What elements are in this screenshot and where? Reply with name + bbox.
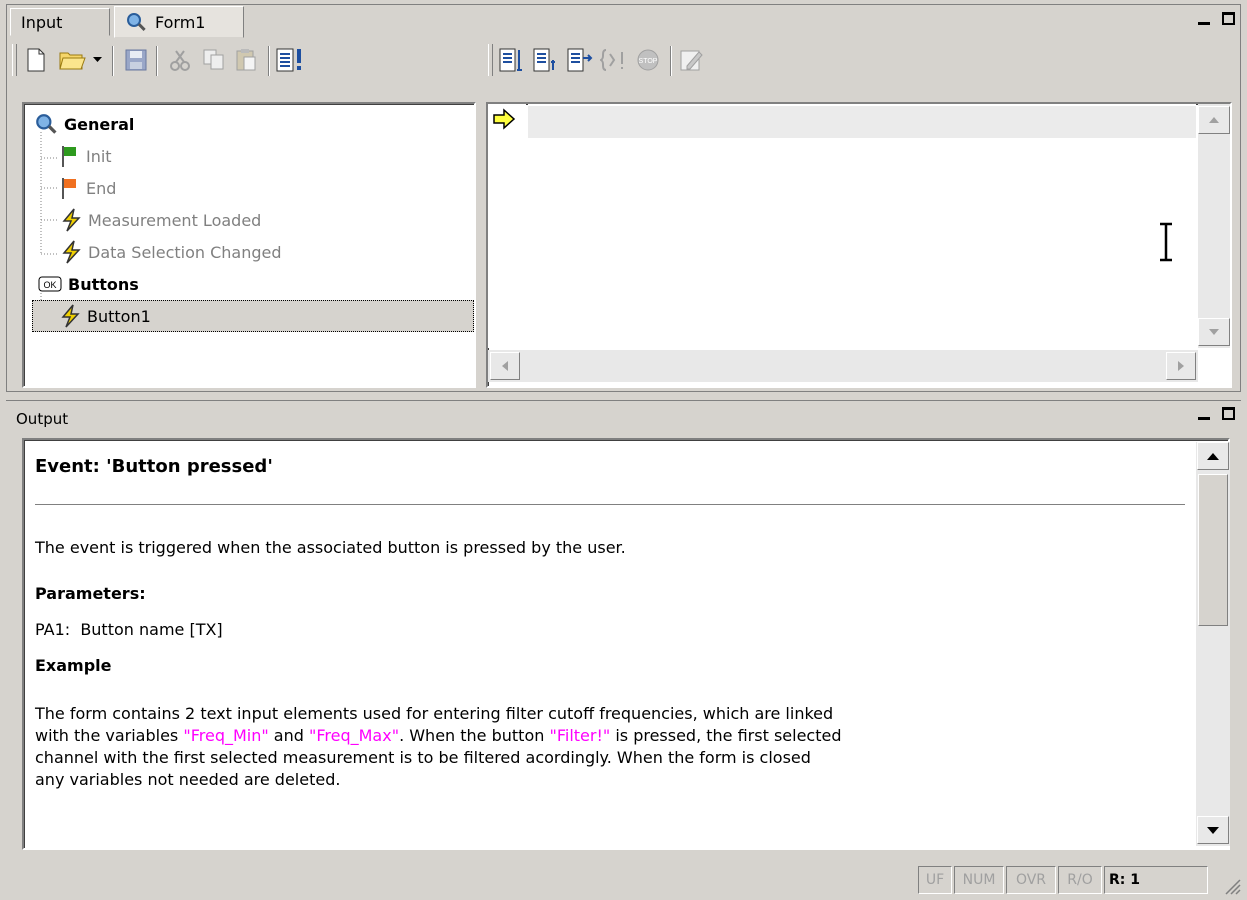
svg-text:OK: OK bbox=[43, 280, 56, 290]
event-description: The event is triggered when the associat… bbox=[35, 538, 626, 557]
output-window-controls bbox=[1198, 407, 1235, 420]
step-out-icon[interactable] bbox=[566, 46, 594, 74]
step-into-icon[interactable] bbox=[498, 46, 526, 74]
output-title: Output bbox=[16, 410, 69, 428]
text-span: . When the button bbox=[399, 726, 550, 745]
scroll-up-icon[interactable] bbox=[1197, 442, 1229, 470]
copy-icon[interactable] bbox=[200, 46, 228, 74]
run-script-icon[interactable] bbox=[276, 46, 304, 74]
example-text-line: The form contains 2 text input elements … bbox=[35, 704, 834, 723]
maximize-icon[interactable] bbox=[1222, 12, 1235, 25]
tree-node-general[interactable]: General bbox=[34, 108, 134, 140]
tree-node-label: Measurement Loaded bbox=[88, 210, 262, 230]
ok-button-icon: OK bbox=[38, 275, 62, 293]
tree-node-buttons[interactable]: OK Buttons bbox=[34, 268, 139, 300]
tree-node-measurement-loaded[interactable]: Measurement Loaded bbox=[60, 204, 261, 236]
text-span: is pressed, the first selected bbox=[610, 726, 842, 745]
tree-node-init[interactable]: Init bbox=[60, 140, 112, 172]
minimize-icon[interactable] bbox=[1198, 417, 1210, 420]
status-ovr: OVR bbox=[1006, 866, 1056, 894]
tree-node-label: General bbox=[64, 114, 135, 134]
status-ro: R/O bbox=[1058, 866, 1102, 894]
tree-node-label: Init bbox=[86, 146, 112, 166]
run-to-cursor-icon[interactable] bbox=[600, 46, 628, 74]
maximize-icon[interactable] bbox=[1222, 407, 1235, 420]
dropdown-arrow-icon[interactable] bbox=[90, 46, 104, 74]
editor-text-area[interactable] bbox=[528, 104, 1196, 348]
tab-input-label: Input bbox=[21, 12, 63, 32]
scroll-left-icon[interactable] bbox=[490, 352, 520, 380]
divider bbox=[35, 504, 1185, 505]
toolbar-grip[interactable] bbox=[488, 44, 493, 76]
tree-node-label: Data Selection Changed bbox=[88, 242, 282, 262]
parameters-heading: Parameters: bbox=[35, 584, 146, 603]
tree-node-label: Buttons bbox=[68, 274, 139, 294]
editor-vertical-scrollbar[interactable] bbox=[1198, 104, 1230, 348]
lightning-icon bbox=[59, 304, 81, 328]
scroll-right-icon[interactable] bbox=[1166, 352, 1196, 380]
example-text-line: with the variables "Freq_Min" and "Freq_… bbox=[35, 726, 842, 745]
output-title-bar bbox=[6, 400, 1241, 436]
editor-gutter bbox=[488, 104, 526, 348]
resize-grip-icon[interactable] bbox=[1222, 876, 1242, 900]
stop-icon[interactable]: STOP bbox=[634, 46, 662, 74]
status-num: NUM bbox=[954, 866, 1004, 894]
parameter-line: PA1: Button name [TX] bbox=[35, 620, 223, 639]
paste-icon[interactable] bbox=[232, 46, 260, 74]
toolbar-file bbox=[10, 40, 475, 98]
minimize-icon[interactable] bbox=[1198, 22, 1210, 25]
editor-horizontal-scrollbar[interactable] bbox=[488, 350, 1198, 382]
toolbar-debug: STOP bbox=[486, 40, 1241, 98]
example-text-line: channel with the first selected measurem… bbox=[35, 748, 811, 767]
editor-current-line bbox=[528, 106, 1196, 138]
new-document-icon[interactable] bbox=[22, 46, 50, 74]
form-icon bbox=[34, 112, 58, 136]
scroll-down-icon[interactable] bbox=[1197, 816, 1229, 844]
tree-node-label: Button1 bbox=[87, 306, 151, 326]
current-line-arrow-icon bbox=[492, 108, 516, 134]
text-span: with the variables bbox=[35, 726, 184, 745]
output-help-text[interactable]: Event: 'Button pressed' The event is tri… bbox=[26, 442, 1192, 846]
variable-freq-max: "Freq_Max" bbox=[309, 726, 400, 745]
form-icon bbox=[125, 11, 147, 33]
event-heading: Event: 'Button pressed' bbox=[35, 456, 273, 477]
tab-form1[interactable]: Form1 bbox=[114, 6, 244, 38]
open-folder-icon[interactable] bbox=[56, 46, 90, 74]
status-uf: UF bbox=[918, 866, 952, 894]
scroll-thumb[interactable] bbox=[1198, 474, 1228, 626]
variable-filter: "Filter!" bbox=[549, 726, 611, 745]
text-cursor-icon bbox=[1158, 222, 1174, 266]
toolbar-grip[interactable] bbox=[12, 44, 17, 76]
tree-node-button1[interactable]: Button1 bbox=[32, 300, 474, 332]
orange-flag-icon bbox=[60, 177, 80, 199]
lightning-icon bbox=[60, 240, 82, 264]
tab-input[interactable]: Input bbox=[10, 8, 110, 36]
tab-form1-label: Form1 bbox=[155, 12, 206, 32]
save-icon[interactable] bbox=[122, 46, 150, 74]
input-pane-window-controls bbox=[1198, 12, 1235, 25]
scroll-up-icon[interactable] bbox=[1198, 106, 1230, 134]
text-span: and bbox=[268, 726, 309, 745]
tree-node-label: End bbox=[86, 178, 117, 198]
event-tree[interactable]: General Init End Measurement Loaded Data… bbox=[22, 102, 476, 388]
step-over-icon[interactable] bbox=[532, 46, 560, 74]
tree-node-data-selection-changed[interactable]: Data Selection Changed bbox=[60, 236, 282, 268]
status-row: R: 1 bbox=[1104, 866, 1208, 894]
variable-freq-min: "Freq_Min" bbox=[183, 726, 269, 745]
example-heading: Example bbox=[35, 656, 112, 675]
green-flag-icon bbox=[60, 145, 80, 167]
lightning-icon bbox=[60, 208, 82, 232]
scroll-down-icon[interactable] bbox=[1198, 318, 1230, 346]
tab-strip: Input Form1 bbox=[6, 4, 1241, 38]
edit-form-icon[interactable] bbox=[678, 46, 706, 74]
tree-node-end[interactable]: End bbox=[60, 172, 116, 204]
example-text-line: any variables not needed are deleted. bbox=[35, 770, 341, 789]
cut-icon[interactable] bbox=[166, 46, 194, 74]
svg-text:STOP: STOP bbox=[639, 58, 658, 65]
vertical-splitter[interactable] bbox=[478, 102, 486, 388]
